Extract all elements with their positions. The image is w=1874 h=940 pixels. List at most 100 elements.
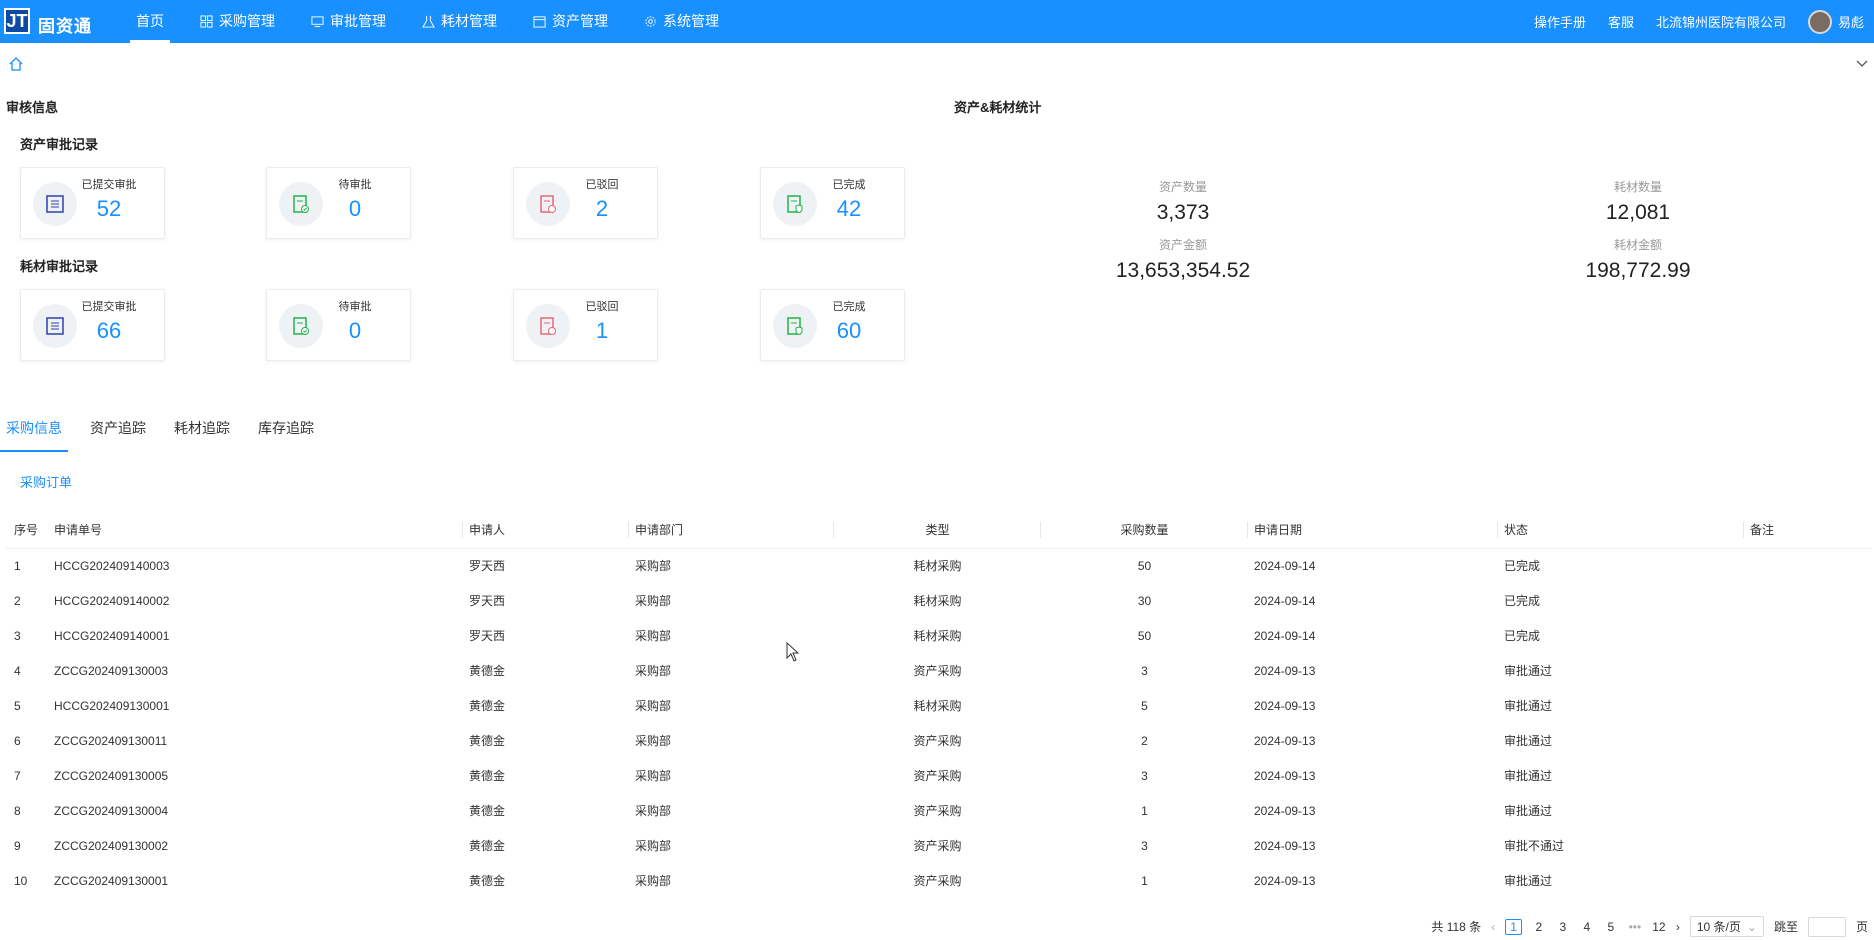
- cell-applicant: 罗天西: [469, 559, 506, 574]
- cell-department: 采购部: [635, 699, 672, 713]
- cell-order-no: ZCCG202409130004: [54, 803, 169, 818]
- card-label: 已完成: [832, 179, 866, 191]
- list-icon: [46, 195, 64, 213]
- page-5[interactable]: 5: [1604, 920, 1618, 934]
- nav-item-procurement[interactable]: 采购管理: [190, 0, 285, 43]
- nav-item-label: 采购管理: [219, 13, 275, 29]
- page-4[interactable]: 4: [1580, 920, 1594, 934]
- table-row[interactable]: 7 ZCCG202409130005 黄德金 采购部 资产采购 3 2024-09-13 审批…: [6, 758, 1872, 793]
- tab-asset-tracking[interactable]: 资产追踪: [84, 410, 152, 452]
- col-index[interactable]: 序号: [6, 512, 48, 549]
- consumable-done-card[interactable]: 已完成 60: [760, 289, 905, 361]
- col-date[interactable]: 申请日期: [1248, 512, 1498, 549]
- nav-item-assets[interactable]: 资产管理: [523, 0, 618, 43]
- consumable-pending-card[interactable]: 待审批 0: [266, 289, 411, 361]
- cell-note: [1744, 828, 1872, 863]
- brand-name: 固资通: [38, 17, 92, 36]
- cell-type: 资产采购: [913, 874, 962, 888]
- doc-reject-icon: [540, 317, 556, 335]
- cell-note: [1744, 863, 1872, 898]
- consumable-rejected-card[interactable]: 已驳回 1: [513, 289, 658, 361]
- consumable-submitted-card[interactable]: 已提交审批 66: [20, 289, 165, 361]
- nav-item-home[interactable]: 首页: [126, 0, 174, 43]
- cell-department: 采购部: [635, 769, 672, 783]
- tab-procurement-info[interactable]: 采购信息: [0, 410, 68, 452]
- cell-index: 10: [14, 873, 28, 888]
- tab-consumable-tracking[interactable]: 耗材追踪: [168, 410, 236, 452]
- prev-page-icon[interactable]: ‹: [1491, 920, 1495, 934]
- cell-order-no: ZCCG202409130001: [54, 873, 169, 888]
- table-row[interactable]: 1 HCCG202409140003 罗天西 采购部 耗材采购 50 2024-09-14 已…: [6, 548, 1872, 583]
- service-link[interactable]: 客服: [1608, 12, 1634, 31]
- user-name: 易彪: [1837, 15, 1864, 30]
- cell-quantity: 50: [1137, 628, 1152, 643]
- manual-link[interactable]: 操作手册: [1534, 12, 1586, 31]
- user-menu[interactable]: 易彪: [1807, 9, 1864, 34]
- nav-item-consumables[interactable]: 耗材管理: [412, 0, 507, 43]
- doc-reject-icon: [540, 195, 556, 213]
- col-quantity[interactable]: 采购数量: [1041, 512, 1248, 549]
- table-row[interactable]: 4 ZCCG202409130003 黄德金 采购部 资产采购 3 2024-09-13 审批…: [6, 653, 1872, 688]
- tab-inventory-tracking[interactable]: 库存追踪: [252, 410, 320, 452]
- cell-note: [1744, 583, 1872, 618]
- page-ellipsis[interactable]: •••: [1628, 920, 1642, 934]
- page-last[interactable]: 12: [1652, 920, 1666, 934]
- table-row[interactable]: 8 ZCCG202409130004 黄德金 采购部 资产采购 1 2024-09-13 审批…: [6, 793, 1872, 828]
- jump-page-input[interactable]: [1807, 916, 1846, 937]
- subtab-purchase-orders[interactable]: 采购订单: [20, 472, 72, 491]
- cell-status: 审批通过: [1504, 699, 1553, 713]
- cell-type: 资产采购: [913, 734, 962, 748]
- cell-index: 6: [14, 733, 21, 748]
- col-note[interactable]: 备注: [1744, 512, 1872, 549]
- col-department[interactable]: 申请部门: [629, 512, 834, 549]
- table-row[interactable]: 5 HCCG202409130001 黄德金 采购部 耗材采购 5 2024-09-13 审批…: [6, 688, 1872, 723]
- col-applicant[interactable]: 申请人: [463, 512, 629, 549]
- page-2[interactable]: 2: [1532, 920, 1546, 934]
- cell-status: 审批通过: [1504, 664, 1553, 678]
- asset-rejected-card[interactable]: 已驳回 2: [513, 167, 658, 239]
- doc-check-icon: [293, 195, 309, 213]
- card-value: 52: [96, 196, 122, 221]
- home-icon[interactable]: [8, 56, 24, 72]
- cell-department: 采购部: [635, 629, 672, 643]
- org-name[interactable]: 北流锦州医院有限公司: [1656, 12, 1786, 31]
- table-row[interactable]: 6 ZCCG202409130011 黄德金 采购部 资产采购 2 2024-09-13 审批…: [6, 723, 1872, 758]
- nav-item-label: 审批管理: [330, 13, 386, 29]
- next-page-icon[interactable]: ›: [1676, 920, 1680, 934]
- cell-index: 7: [14, 768, 21, 783]
- doc-shield-icon: [787, 195, 803, 214]
- main-nav: 首页 采购管理 审批管理 耗材管理 资产管理 系统管理: [126, 0, 745, 43]
- cell-applicant: 黄德金: [469, 699, 506, 713]
- asset-done-card[interactable]: 已完成 42: [760, 167, 905, 239]
- table-row[interactable]: 10 ZCCG202409130001 黄德金 采购部 资产采购 1 2024-09-13 审…: [6, 863, 1872, 898]
- table-row[interactable]: 2 HCCG202409140002 罗天西 采购部 耗材采购 30 2024-09-14 已…: [6, 583, 1872, 618]
- consumable-approval-title: 耗材审批记录: [20, 259, 99, 274]
- col-type[interactable]: 类型: [834, 512, 1041, 549]
- page-1[interactable]: 1: [1505, 918, 1522, 935]
- nav-item-approval[interactable]: 审批管理: [301, 0, 396, 43]
- col-order-no[interactable]: 申请单号: [48, 512, 463, 549]
- jump-label: 跳至: [1773, 920, 1798, 934]
- col-status[interactable]: 状态: [1498, 512, 1744, 549]
- cell-quantity: 3: [1141, 663, 1148, 678]
- cell-note: [1744, 793, 1872, 828]
- card-value: 1: [595, 318, 609, 343]
- asset-submitted-card[interactable]: 已提交审批 52: [20, 167, 165, 239]
- cell-date: 2024-09-13: [1254, 768, 1316, 783]
- page-size-select[interactable]: 10 条/页 ⌄: [1689, 916, 1764, 937]
- page-3[interactable]: 3: [1556, 920, 1570, 934]
- cell-quantity: 5: [1141, 698, 1148, 713]
- table-row[interactable]: 3 HCCG202409140001 罗天西 采购部 耗材采购 50 2024-09-14 已…: [6, 618, 1872, 653]
- asset-pending-card[interactable]: 待审批 0: [266, 167, 411, 239]
- nav-item-system[interactable]: 系统管理: [634, 0, 729, 43]
- table-row[interactable]: 9 ZCCG202409130002 黄德金 采购部 资产采购 3 2024-09-13 审批…: [6, 828, 1872, 863]
- cell-index: 4: [14, 663, 21, 678]
- cell-order-no: ZCCG202409130002: [54, 838, 169, 853]
- cell-status: 审批通过: [1504, 769, 1553, 783]
- cell-department: 采购部: [635, 594, 672, 608]
- col-label: 类型: [925, 523, 950, 538]
- stat-label: 耗材数量: [1613, 180, 1662, 194]
- cell-quantity: 2: [1141, 733, 1148, 748]
- chevron-down-icon[interactable]: [1854, 56, 1870, 72]
- header-actions: 操作手册 客服 北流锦州医院有限公司 易彪: [1534, 0, 1864, 43]
